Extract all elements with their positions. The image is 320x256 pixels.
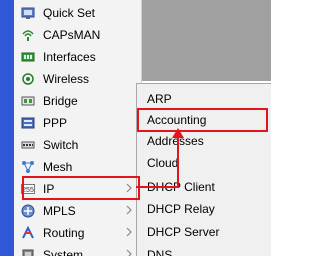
sidebar-item-mpls[interactable]: MPLS: [14, 200, 141, 222]
mesh-icon: [21, 160, 35, 174]
sidebar-item-quick-set[interactable]: Quick Set: [14, 2, 141, 24]
sidebar-item-interfaces[interactable]: Interfaces: [14, 46, 141, 68]
submenu-item-dhcp-relay[interactable]: DHCP Relay: [137, 198, 271, 220]
interfaces-icon: [21, 50, 35, 64]
annotation-arrow-horizontal: [136, 186, 178, 188]
sidebar-item-label: Quick Set: [43, 6, 96, 20]
sidebar-item-label: Wireless: [43, 72, 90, 86]
submenu-item-dns[interactable]: DNS: [137, 244, 271, 256]
sidebar-item-label: MPLS: [43, 204, 76, 218]
ip-highlight-box: [22, 176, 140, 200]
sidebar-item-label: Mesh: [43, 160, 73, 174]
submenu-item-dhcp-server[interactable]: DHCP Server: [137, 221, 271, 243]
bridge-icon: [21, 94, 35, 108]
ppp-icon: [21, 116, 35, 130]
sidebar-item-capsman[interactable]: CAPsMAN: [14, 24, 141, 46]
submenu-item-arp[interactable]: ARP: [137, 88, 271, 110]
routing-icon: [21, 226, 35, 240]
sidebar-item-label: System: [43, 248, 84, 256]
quick-set-icon: [21, 6, 35, 20]
chevron-right-icon: [126, 203, 132, 217]
submenu-item-label: Cloud: [147, 156, 179, 170]
system-icon: [21, 248, 35, 256]
winbox-window: Quick Set CAPsMAN Interfaces Wireless Br…: [0, 0, 271, 256]
sidebar-item-label: Routing: [43, 226, 85, 240]
submenu-item-label: DHCP Server: [147, 225, 220, 239]
capsman-icon: [21, 28, 35, 42]
sidebar-item-ppp[interactable]: PPP: [14, 112, 141, 134]
sidebar-menu: Quick Set CAPsMAN Interfaces Wireless Br…: [14, 0, 142, 256]
chevron-right-icon: [126, 247, 132, 256]
sidebar-item-label: Switch: [43, 138, 79, 152]
switch-icon: [21, 138, 35, 152]
submenu-item-addresses[interactable]: Addresses: [137, 130, 271, 152]
chevron-right-icon: [126, 225, 132, 239]
annotation-arrow-vertical: [177, 136, 179, 188]
submenu-item-label: DNS: [147, 248, 173, 256]
sidebar-item-mesh[interactable]: Mesh: [14, 156, 141, 178]
sidebar-item-bridge[interactable]: Bridge: [14, 90, 141, 112]
submenu-item-label: DHCP Relay: [147, 202, 215, 216]
workspace-area: [140, 0, 271, 81]
wireless-icon: [21, 72, 35, 86]
submenu-item-label: ARP: [147, 92, 172, 106]
sidebar-item-switch[interactable]: Switch: [14, 134, 141, 156]
sidebar-item-label: CAPsMAN: [43, 28, 101, 42]
sidebar-item-label: Bridge: [43, 94, 78, 108]
sidebar-item-wireless[interactable]: Wireless: [14, 68, 141, 90]
arrow-up-icon: [172, 128, 184, 138]
sidebar-item-label: Interfaces: [43, 50, 96, 64]
sidebar-item-routing[interactable]: Routing: [14, 222, 141, 244]
sidebar-item-system[interactable]: System: [14, 244, 141, 256]
sidebar-vertical-strip: [0, 0, 14, 256]
accounting-highlight-box: [137, 108, 268, 132]
sidebar-item-label: PPP: [43, 116, 68, 130]
submenu-item-cloud[interactable]: Cloud: [137, 152, 271, 174]
mpls-icon: [21, 204, 35, 218]
